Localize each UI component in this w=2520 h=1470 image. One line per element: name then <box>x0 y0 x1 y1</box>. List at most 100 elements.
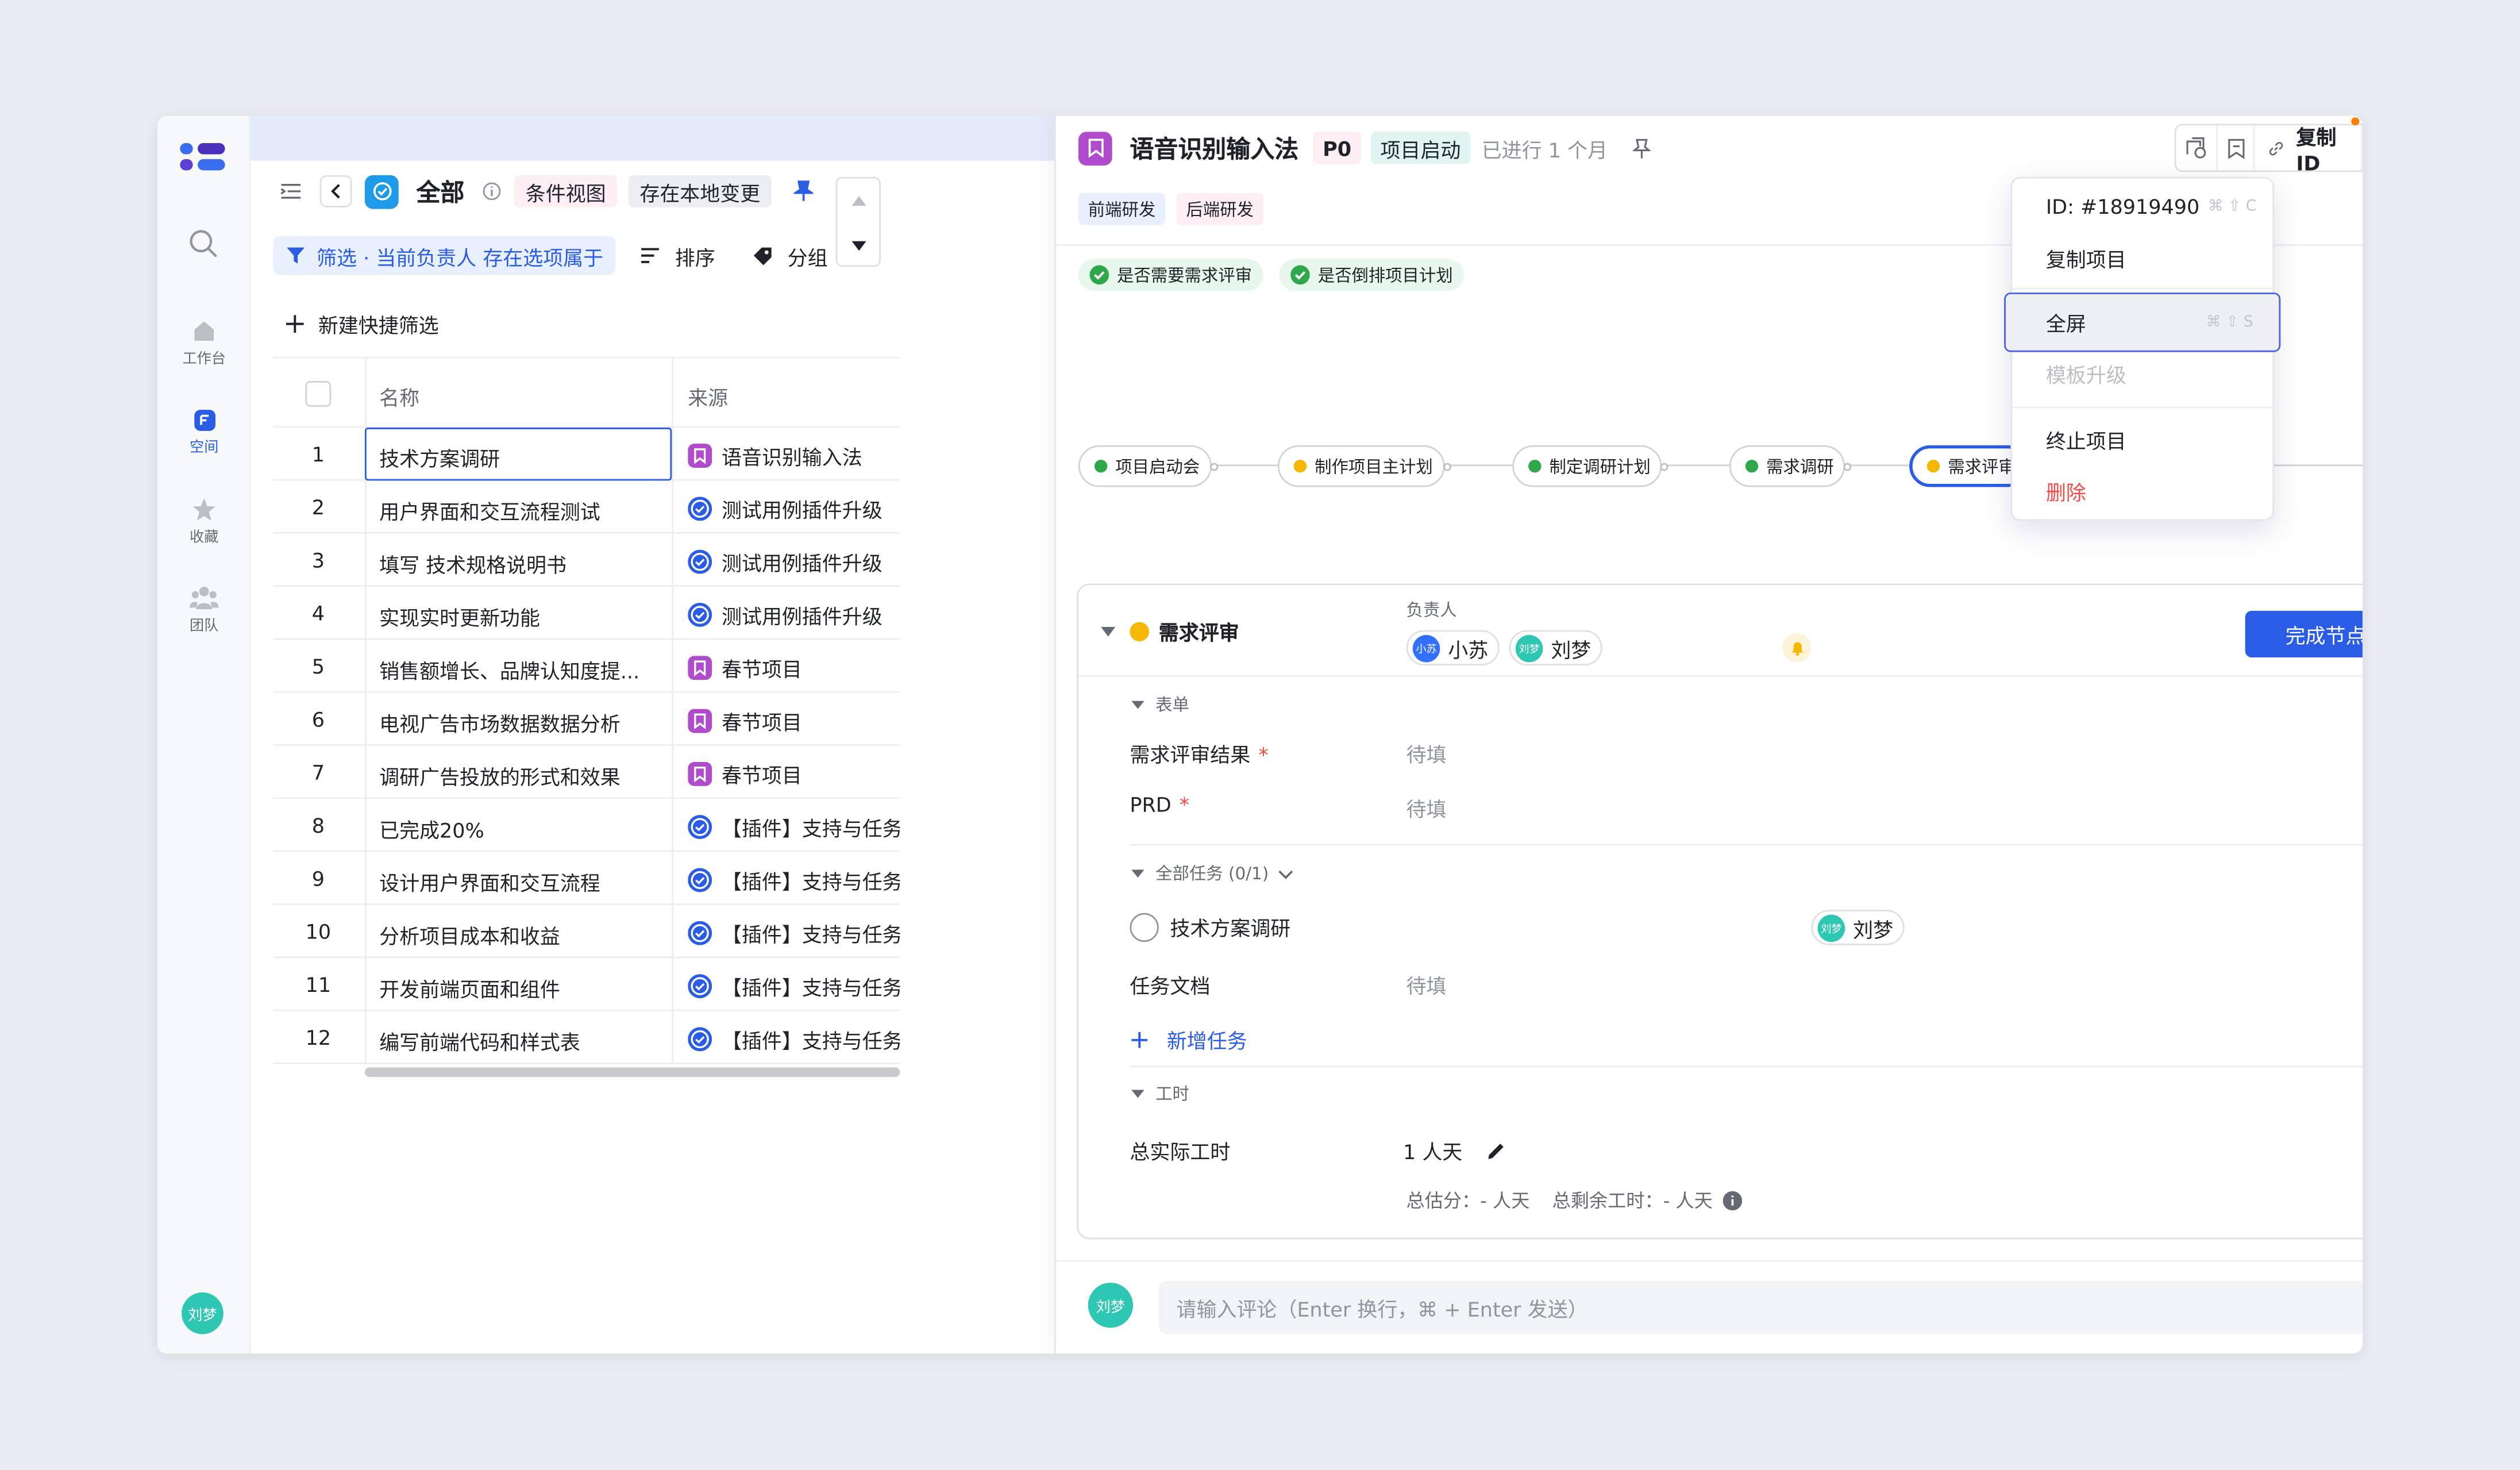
info-icon[interactable] <box>482 182 502 201</box>
add-task-button[interactable]: 新增任务 <box>1131 1024 1247 1055</box>
row-name[interactable]: 用户界面和交互流程测试 <box>379 495 662 526</box>
back-button[interactable] <box>319 175 352 207</box>
table-row[interactable]: 9 设计用户界面和交互流程 【插件】支持与任务 <box>273 852 900 905</box>
row-source[interactable]: 语音识别输入法 <box>688 440 900 471</box>
more-button[interactable] <box>2361 125 2363 171</box>
menu-item-delete[interactable]: 删除 <box>2012 466 2276 514</box>
sidebar-item-space[interactable]: 空间 <box>157 408 251 456</box>
sidebar-item-workbench[interactable]: 工作台 <box>157 318 251 368</box>
task-checkbox[interactable] <box>1130 912 1159 941</box>
app-logo <box>180 143 225 171</box>
check-backward-plan[interactable]: 是否倒排项目计划 <box>1279 259 1465 291</box>
menu-item-terminate[interactable]: 终止项目 <box>2012 415 2276 463</box>
node-card-title[interactable]: 需求评审 <box>1101 615 1239 646</box>
table-row[interactable]: 10 分析项目成本和收益 【插件】支持与任务 <box>273 905 900 959</box>
check-needs-review[interactable]: 是否需要需求评审 <box>1078 259 1263 291</box>
field-review-result-value[interactable]: 待填 <box>1407 738 1447 768</box>
task-item[interactable]: 技术方案调研 <box>1130 911 1290 942</box>
tasks-section-toggle[interactable]: 全部任务 (0/1) <box>1131 861 1294 886</box>
row-source[interactable]: 春节项目 <box>688 653 900 683</box>
user-avatar[interactable]: 刘梦 <box>182 1292 224 1334</box>
group-button[interactable]: 分组 <box>752 236 828 275</box>
task-assignee-chip[interactable]: 刘梦 刘梦 <box>1811 910 1905 945</box>
table-row[interactable]: 12 编写前端代码和样式表 【插件】支持与任务 <box>273 1011 900 1064</box>
table-row[interactable]: 11 开发前端页面和组件 【插件】支持与任务 <box>273 958 900 1011</box>
workflow-node[interactable]: 需求调研 <box>1729 445 1852 487</box>
row-name[interactable]: 填写 技术规格说明书 <box>379 548 662 579</box>
table-row[interactable]: 7 调研广告投放的形式和效果 春节项目 <box>273 746 900 799</box>
row-source[interactable]: 【插件】支持与任务 <box>688 865 900 895</box>
filter-button[interactable]: 筛选 · 当前负责人 存在选项属于 <box>273 236 616 275</box>
workflow-node[interactable]: 制作项目主计划 <box>1277 445 1451 487</box>
add-quick-filter-button[interactable]: 新建快捷筛选 <box>286 309 439 339</box>
remind-button[interactable] <box>1782 633 1812 663</box>
search-icon[interactable] <box>188 228 218 259</box>
triangle-down-icon[interactable] <box>851 241 866 251</box>
table-row[interactable]: 4 实现实时更新功能 测试用例插件升级 <box>273 587 900 640</box>
tab-local-changes[interactable]: 存在本地变更 <box>628 175 772 207</box>
row-source[interactable]: 测试用例插件升级 <box>688 599 900 630</box>
table-row[interactable]: 3 填写 技术规格说明书 测试用例插件升级 <box>273 534 900 587</box>
column-header-source[interactable]: 来源 <box>688 381 728 411</box>
complete-node-button[interactable]: 完成节点 <box>2245 610 2363 658</box>
tag-backend[interactable]: 后端研发 <box>1176 193 1263 225</box>
row-name[interactable]: 分析项目成本和收益 <box>379 919 662 950</box>
row-name[interactable]: 设计用户界面和交互流程 <box>379 867 662 897</box>
row-source[interactable]: 【插件】支持与任务 <box>688 918 900 948</box>
sort-button[interactable]: 排序 <box>639 236 715 275</box>
copy-id-button[interactable]: 复制ID <box>2253 125 2361 175</box>
menu-item-copy-id[interactable]: ID: #18919490 ⌘ ⇧ C <box>2012 182 2276 230</box>
hours-section-toggle[interactable]: 工时 <box>1131 1082 1189 1106</box>
row-name[interactable]: 电视广告市场数据数据分析 <box>379 707 662 738</box>
task-doc-value[interactable]: 待填 <box>1407 969 1447 1000</box>
tab-condition-view[interactable]: 条件视图 <box>514 175 618 207</box>
stage-badge[interactable]: 项目启动 <box>1370 132 1471 164</box>
horizontal-scrollbar[interactable] <box>364 1067 900 1078</box>
select-all-checkbox[interactable] <box>305 380 332 407</box>
row-source[interactable]: 【插件】支持与任务 <box>688 812 900 842</box>
owner-chip[interactable]: 刘梦 刘梦 <box>1509 630 1602 666</box>
row-source[interactable]: 【插件】支持与任务 <box>688 971 900 1002</box>
row-source[interactable]: 测试用例插件升级 <box>688 494 900 524</box>
collapse-sidebar-icon[interactable] <box>280 180 302 202</box>
table-row[interactable]: 2 用户界面和交互流程测试 测试用例插件升级 <box>273 480 900 534</box>
menu-item-fullscreen[interactable]: 全屏 ⌘ ⇧ S <box>2004 293 2281 352</box>
row-name[interactable]: 已完成20% <box>379 813 662 844</box>
workflow-node[interactable]: 项目启动会 <box>1078 445 1217 487</box>
row-source[interactable]: 春节项目 <box>688 706 900 736</box>
triangle-up-icon[interactable] <box>851 196 866 206</box>
row-source[interactable]: 【插件】支持与任务 <box>688 1024 900 1055</box>
actual-hours-value[interactable]: 1 人天 <box>1403 1135 1506 1165</box>
row-name[interactable]: 调研广告投放的形式和效果 <box>379 760 662 791</box>
row-name[interactable]: 开发前端页面和组件 <box>379 972 662 1003</box>
column-header-name[interactable]: 名称 <box>379 381 419 411</box>
comment-input[interactable]: 请输入评论（Enter 换行，⌘ + Enter 发送） <box>1158 1281 2363 1334</box>
edit-icon[interactable] <box>1486 1141 1506 1160</box>
priority-badge[interactable]: P0 <box>1313 132 1361 164</box>
row-source[interactable]: 测试用例插件升级 <box>688 547 900 577</box>
row-name[interactable]: 实现实时更新功能 <box>379 601 662 632</box>
field-prd-value[interactable]: 待填 <box>1407 792 1447 823</box>
info-icon[interactable] <box>1722 1191 1742 1211</box>
table-row[interactable]: 1 技术方案调研 语音识别输入法 <box>273 428 900 481</box>
owner-chip[interactable]: 小苏 小苏 <box>1406 630 1500 666</box>
tag-frontend[interactable]: 前端研发 <box>1078 193 1165 225</box>
sidebar-item-favorites[interactable]: 收藏 <box>157 497 251 547</box>
scroll-stepper[interactable] <box>835 176 881 267</box>
row-name[interactable]: 销售额增长、品牌认知度提... <box>379 654 662 684</box>
pin-icon[interactable] <box>1633 137 1651 158</box>
table-row[interactable]: 8 已完成20% 【插件】支持与任务 <box>273 799 900 852</box>
table-row[interactable]: 6 电视广告市场数据数据分析 春节项目 <box>273 693 900 746</box>
sidebar-item-team[interactable]: 团队 <box>157 585 251 635</box>
pin-icon[interactable] <box>793 180 814 202</box>
row-source[interactable]: 春节项目 <box>688 759 900 789</box>
row-name[interactable]: 技术方案调研 <box>379 442 662 472</box>
row-name[interactable]: 编写前端代码和样式表 <box>379 1026 662 1056</box>
bookmark-button[interactable] <box>2215 125 2253 171</box>
table-row[interactable]: 5 销售额增长、品牌认知度提... 春节项目 <box>273 640 900 693</box>
form-section-toggle[interactable]: 表单 <box>1131 693 1189 717</box>
workflow-node[interactable]: 制定调研计划 <box>1512 445 1669 487</box>
history-button[interactable] <box>2176 125 2216 170</box>
menu-item-copy-project[interactable]: 复制项目 <box>2012 233 2276 282</box>
divider <box>1130 844 2363 846</box>
